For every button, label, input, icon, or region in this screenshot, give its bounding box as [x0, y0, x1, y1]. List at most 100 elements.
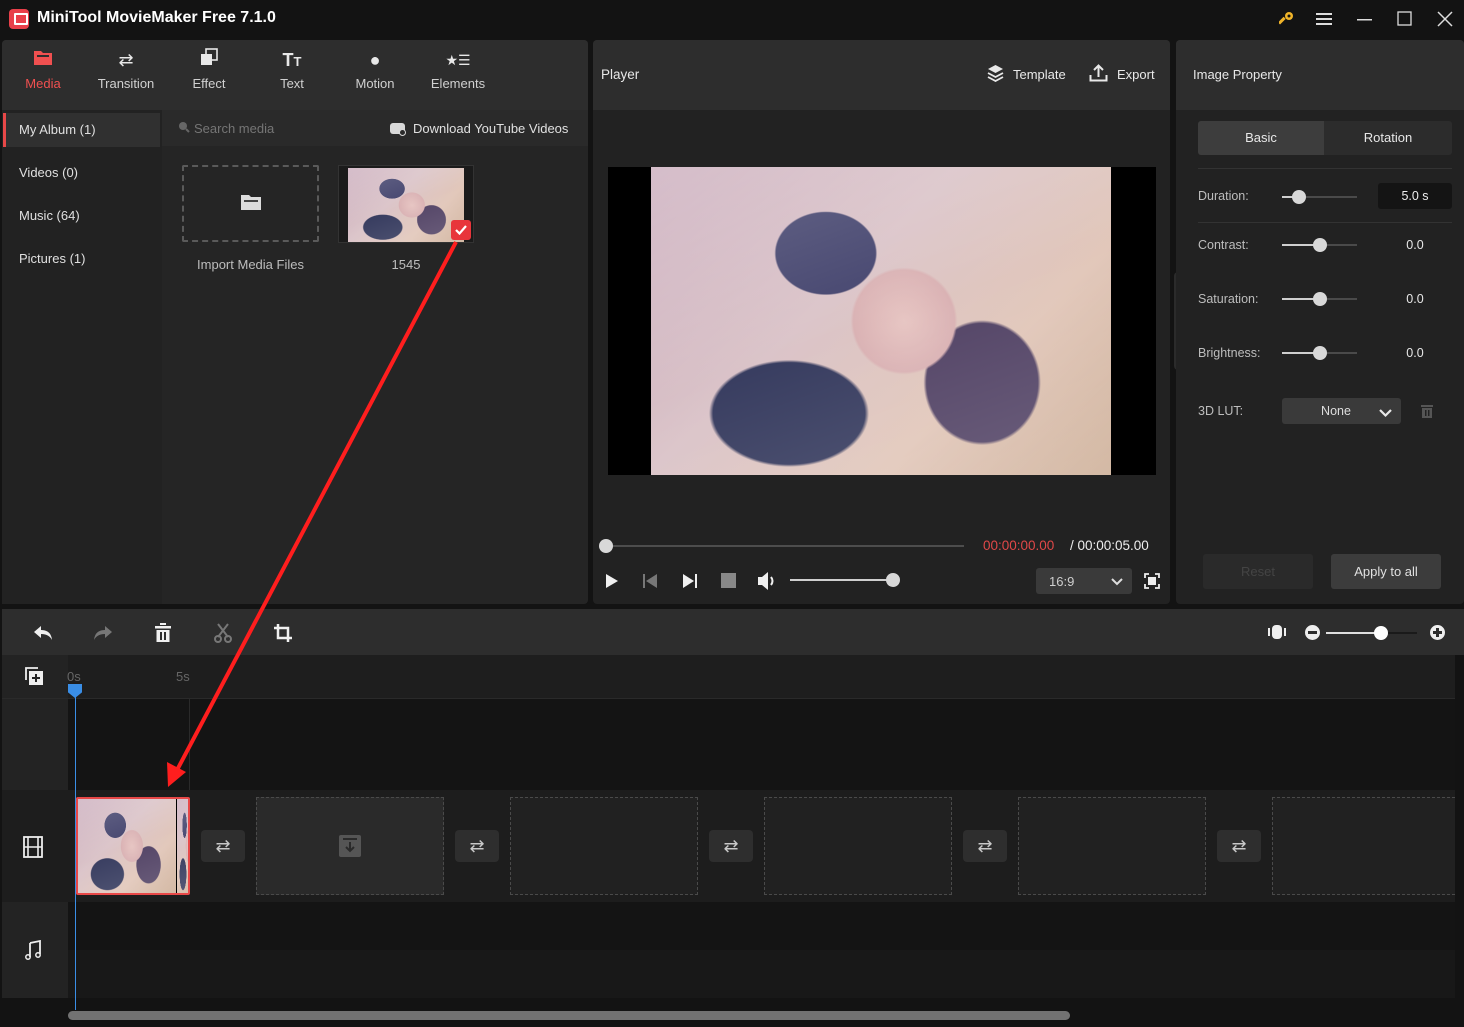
- search-input[interactable]: [194, 118, 374, 138]
- empty-clip-slot[interactable]: [510, 797, 698, 895]
- apply-to-all-button[interactable]: Apply to all: [1331, 554, 1441, 589]
- duration-input[interactable]: 5.0 s: [1378, 183, 1452, 209]
- empty-clip-slot[interactable]: [1018, 797, 1206, 895]
- saturation-value: 0.0: [1406, 292, 1424, 306]
- tab-motion[interactable]: ● Motion: [335, 48, 415, 104]
- add-track-icon[interactable]: [24, 666, 44, 686]
- play-icon[interactable]: [604, 572, 622, 590]
- folder-icon: [240, 193, 262, 214]
- playback-progress-slider[interactable]: [599, 539, 964, 553]
- media-item-1545[interactable]: [338, 165, 474, 243]
- volume-slider[interactable]: [790, 573, 900, 587]
- close-icon[interactable]: [1431, 6, 1459, 32]
- contrast-handle[interactable]: [1312, 238, 1327, 252]
- current-time: 00:00:00.00: [983, 538, 1055, 553]
- redo-icon[interactable]: [90, 620, 116, 646]
- transition-slot-button[interactable]: ⇄: [455, 830, 499, 862]
- duration-slider[interactable]: [1282, 190, 1357, 204]
- undo-icon[interactable]: [30, 620, 56, 646]
- split-icon[interactable]: [210, 620, 236, 646]
- saturation-slider[interactable]: [1282, 292, 1357, 306]
- video-track-icon: [23, 836, 45, 858]
- preview-image: [651, 167, 1111, 475]
- transition-slot-button[interactable]: ⇄: [963, 830, 1007, 862]
- key-icon[interactable]: [1273, 6, 1301, 32]
- app-title: MiniTool MovieMaker Free 7.1.0: [37, 9, 276, 26]
- progress-handle[interactable]: [599, 539, 613, 553]
- media-thumbnail: [348, 168, 464, 242]
- import-media-label: Import Media Files: [197, 257, 304, 272]
- player-title: Player: [601, 67, 640, 82]
- transition-slot-button[interactable]: ⇄: [709, 830, 753, 862]
- tab-media[interactable]: Media: [3, 48, 83, 104]
- brightness-slider[interactable]: [1282, 346, 1357, 360]
- empty-clip-slot[interactable]: [1272, 797, 1455, 895]
- crop-icon[interactable]: [270, 620, 296, 646]
- swap-icon: ⇄: [1231, 835, 1247, 856]
- lut-label: 3D LUT:: [1198, 404, 1244, 418]
- timeline-clip[interactable]: [76, 797, 190, 895]
- download-youtube-button[interactable]: Download YouTube Videos: [390, 121, 568, 136]
- ruler-tick-0s: 0s: [67, 669, 81, 684]
- previous-frame-icon[interactable]: [642, 572, 660, 590]
- next-frame-icon[interactable]: [682, 572, 700, 590]
- tab-elements[interactable]: ★☰ Elements: [418, 48, 498, 104]
- drop-clip-slot[interactable]: [256, 797, 444, 895]
- saturation-handle[interactable]: [1312, 292, 1327, 306]
- title-bar: MiniTool MovieMaker Free 7.1.0: [0, 0, 1464, 38]
- lut-dropdown[interactable]: None: [1282, 398, 1401, 424]
- duration-handle[interactable]: [1291, 190, 1306, 204]
- sidebar-item-music[interactable]: Music (64): [3, 199, 160, 233]
- brightness-label: Brightness:: [1198, 346, 1261, 360]
- menu-icon[interactable]: [1310, 6, 1338, 32]
- tab-effect[interactable]: Effect: [169, 48, 249, 104]
- app-logo-icon: [9, 9, 29, 29]
- timeline-zoom-slider[interactable]: [1326, 626, 1417, 640]
- import-media-button[interactable]: [182, 165, 319, 242]
- aspect-ratio-dropdown[interactable]: 16:9: [1036, 568, 1132, 594]
- timeline-zoom-handle[interactable]: [1373, 626, 1388, 640]
- duration-label: Duration:: [1198, 189, 1249, 203]
- delete-lut-icon[interactable]: [1420, 403, 1434, 419]
- delete-icon[interactable]: [150, 620, 176, 646]
- clip-thumbnail: [78, 799, 176, 893]
- export-icon: [1089, 64, 1108, 85]
- chevron-down-icon: [1111, 574, 1123, 589]
- maximize-icon[interactable]: [1391, 6, 1419, 32]
- swap-icon: ⇄: [977, 835, 993, 856]
- stop-icon[interactable]: [721, 573, 736, 588]
- timeline-horizontal-scrollbar[interactable]: [68, 1011, 1070, 1020]
- tab-transition[interactable]: ⇄ Transition: [86, 48, 166, 104]
- zoom-in-icon[interactable]: [1430, 625, 1445, 640]
- minimize-icon[interactable]: [1351, 6, 1379, 32]
- ruler-tick-5s: 5s: [176, 669, 190, 684]
- fit-timeline-icon[interactable]: [1268, 624, 1286, 640]
- transition-slot-button[interactable]: ⇄: [201, 830, 245, 862]
- sidebar-item-pictures[interactable]: Pictures (1): [3, 242, 160, 276]
- transition-slot-button[interactable]: ⇄: [1217, 830, 1261, 862]
- gridline: [189, 699, 190, 790]
- contrast-slider[interactable]: [1282, 238, 1357, 252]
- tab-basic[interactable]: Basic: [1198, 121, 1324, 155]
- template-button[interactable]: Template: [987, 64, 1066, 85]
- brightness-handle[interactable]: [1312, 346, 1327, 360]
- fullscreen-icon[interactable]: [1144, 573, 1160, 589]
- zoom-out-icon[interactable]: [1305, 625, 1320, 640]
- music-track-icon: [25, 939, 43, 962]
- export-button[interactable]: Export: [1089, 64, 1155, 85]
- saturation-label: Saturation:: [1198, 292, 1259, 306]
- sidebar-item-videos[interactable]: Videos (0): [3, 156, 160, 190]
- volume-handle[interactable]: [886, 573, 900, 587]
- audio-track-lower: [68, 950, 1455, 998]
- reset-button[interactable]: Reset: [1203, 554, 1313, 589]
- property-title: Image Property: [1193, 67, 1282, 82]
- tab-rotation[interactable]: Rotation: [1324, 121, 1452, 155]
- motion-icon: ●: [369, 50, 381, 70]
- folder-icon: [3, 48, 83, 72]
- selected-check-icon[interactable]: [451, 220, 471, 240]
- empty-clip-slot[interactable]: [764, 797, 952, 895]
- tab-text[interactable]: TT Text: [252, 48, 332, 104]
- volume-icon[interactable]: [757, 571, 779, 591]
- sidebar-item-my-album[interactable]: My Album (1): [3, 113, 160, 147]
- audio-track: [68, 902, 1455, 950]
